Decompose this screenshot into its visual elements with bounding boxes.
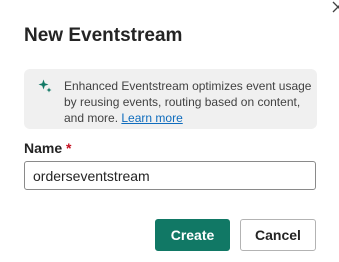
info-message: Enhanced Eventstream optimizes event usa… bbox=[64, 78, 312, 126]
name-input[interactable] bbox=[24, 161, 316, 190]
close-icon bbox=[332, 1, 339, 13]
close-button[interactable] bbox=[331, 0, 339, 14]
learn-more-link[interactable]: Learn more bbox=[121, 111, 182, 125]
cancel-button[interactable]: Cancel bbox=[240, 219, 316, 251]
info-message-text: Enhanced Eventstream optimizes event usa… bbox=[64, 79, 312, 125]
new-eventstream-dialog: New Eventstream Enhanced Eventstream opt… bbox=[0, 0, 339, 262]
sparkle-icon bbox=[38, 79, 52, 93]
create-button[interactable]: Create bbox=[155, 219, 230, 251]
name-label-text: Name bbox=[24, 140, 63, 156]
name-field-label: Name * bbox=[24, 139, 71, 157]
info-message-bar: Enhanced Eventstream optimizes event usa… bbox=[24, 69, 317, 129]
dialog-title: New Eventstream bbox=[24, 25, 183, 46]
required-marker: * bbox=[66, 140, 72, 156]
